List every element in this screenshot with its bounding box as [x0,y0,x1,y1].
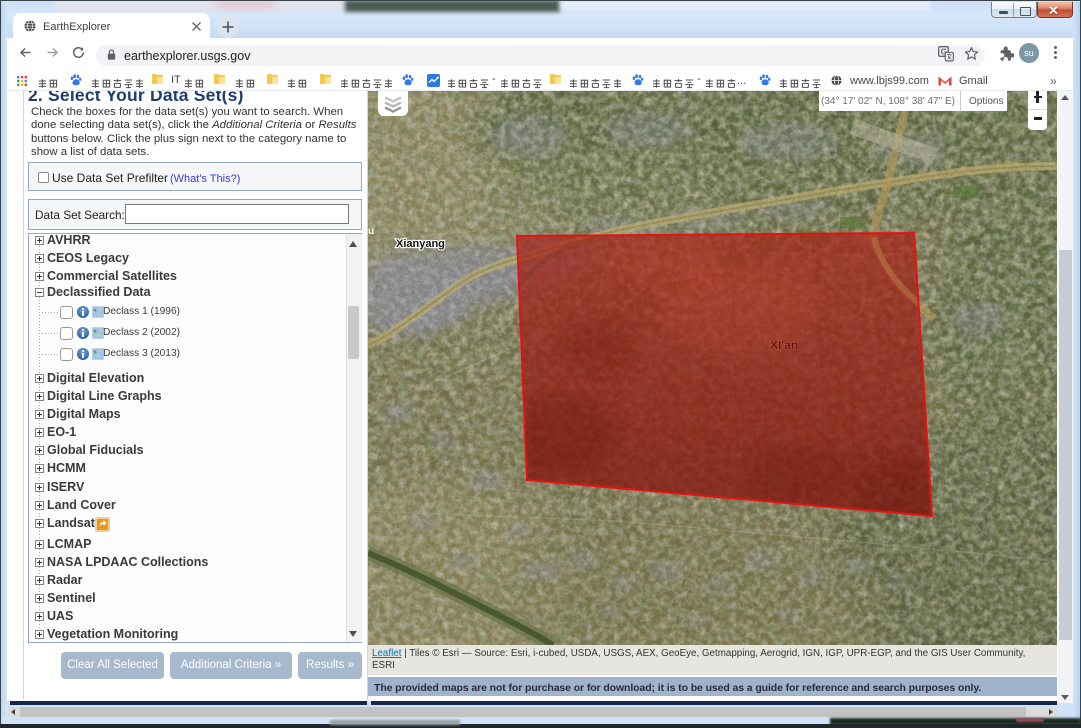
svg-text:XI'an: XI'an [770,338,798,352]
svg-text:Xianyang: Xianyang [396,238,445,250]
svg-text:u: u [368,226,374,237]
